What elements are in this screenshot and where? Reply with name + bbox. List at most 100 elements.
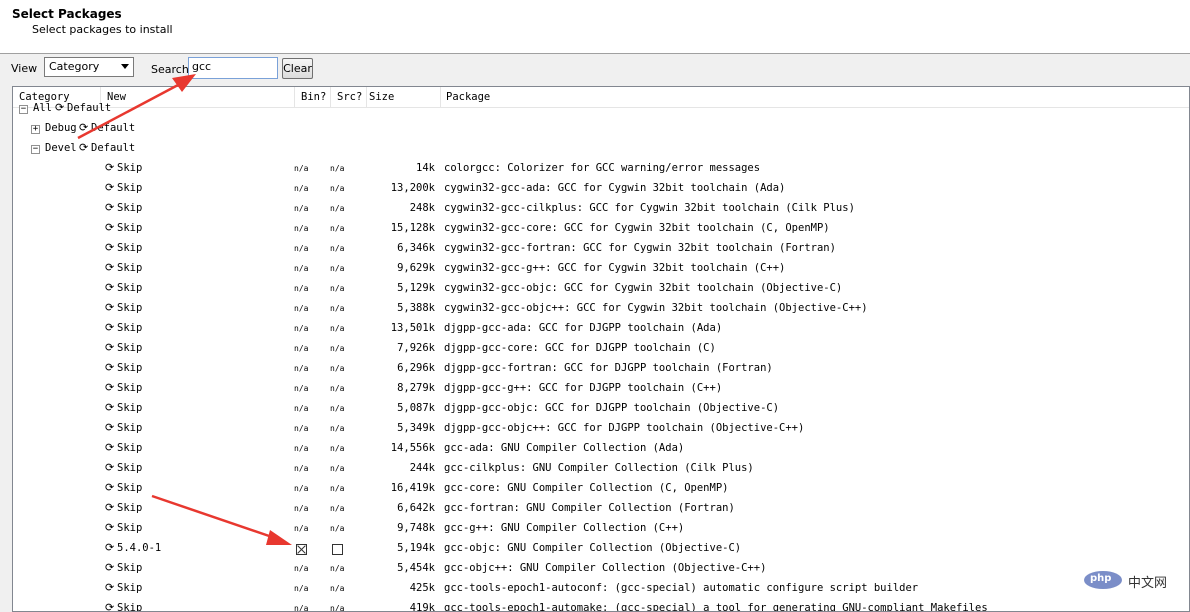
package-description: djgpp-gcc-objc++: GCC for DJGPP toolchai… xyxy=(444,422,805,434)
cycle-arrows-icon: ⟳ xyxy=(105,501,115,514)
package-action[interactable]: ⟳ Skip xyxy=(105,302,142,314)
cycle-arrows-icon: ⟳ xyxy=(105,261,115,274)
minus-box-icon[interactable]: − xyxy=(31,145,40,154)
bin-na: n/a xyxy=(294,424,309,433)
package-action[interactable]: ⟳ Skip xyxy=(105,202,142,214)
table-row[interactable]: ⟳ Skip n/a n/a 419k gcc-tools-epoch1-automake… xyxy=(13,599,1189,612)
bin-na: n/a xyxy=(294,324,309,333)
table-row[interactable]: ⟳ Skip n/a n/a 9,629k cygwin32-gcc-g++: GCC f… xyxy=(13,259,1189,279)
package-action[interactable]: ⟳ Skip xyxy=(105,522,142,534)
package-size: 14k xyxy=(416,162,435,174)
src-checkbox[interactable] xyxy=(332,544,343,555)
table-row[interactable]: ⟳ Skip n/a n/a 5,454k gcc-objc++: GNU Compile… xyxy=(13,559,1189,579)
chevron-down-icon[interactable] xyxy=(121,64,129,69)
src-na: n/a xyxy=(330,204,345,213)
table-row[interactable]: ⟳ Skip n/a n/a 8,279k djgpp-gcc-g++: GCC for … xyxy=(13,379,1189,399)
tree-action-devel[interactable]: ⟳ Default xyxy=(79,142,135,154)
table-row[interactable]: ⟳ Skip n/a n/a 16,419k gcc-core: GNU Compiler… xyxy=(13,479,1189,499)
src-na: n/a xyxy=(330,264,345,273)
cycle-arrows-icon: ⟳ xyxy=(105,161,115,174)
package-size: 5,349k xyxy=(397,422,435,434)
table-row[interactable]: ⟳ Skip n/a n/a 6,296k djgpp-gcc-fortran: GCC … xyxy=(13,359,1189,379)
tree-row-all[interactable]: − All ⟳ Default xyxy=(13,101,1189,121)
table-row[interactable]: ⟳ Skip n/a n/a 425k gcc-tools-epoch1-autoconf… xyxy=(13,579,1189,599)
bin-na: n/a xyxy=(294,564,309,573)
table-row[interactable]: ⟳ Skip n/a n/a 5,129k cygwin32-gcc-objc: GCC … xyxy=(13,279,1189,299)
bin-na: n/a xyxy=(294,204,309,213)
tree-action-all-label: Default xyxy=(67,102,112,114)
table-row[interactable]: ⟳ Skip n/a n/a 14k colorgcc: Colorizer for GC… xyxy=(13,159,1189,179)
table-row[interactable]: ⟳ Skip n/a n/a 14,556k gcc-ada: GNU Compiler … xyxy=(13,439,1189,459)
package-size: 13,200k xyxy=(390,182,435,194)
package-action[interactable]: ⟳ Skip xyxy=(105,582,142,594)
package-action[interactable]: ⟳ Skip xyxy=(105,182,142,194)
cycle-arrows-icon: ⟳ xyxy=(79,141,89,154)
package-action[interactable]: ⟳ Skip xyxy=(105,162,142,174)
table-row[interactable]: ⟳ Skip n/a n/a 6,642k gcc-fortran: GNU Compil… xyxy=(13,499,1189,519)
table-row[interactable]: ⟳ Skip n/a n/a 9,748k gcc-g++: GNU Compiler C… xyxy=(13,519,1189,539)
plus-box-icon[interactable]: + xyxy=(31,125,40,134)
package-description: cygwin32-gcc-cilkplus: GCC for Cygwin 32… xyxy=(444,202,855,214)
table-row[interactable]: ⟳ Skip n/a n/a 244k gcc-cilkplus: GNU Compile… xyxy=(13,459,1189,479)
package-action-label: Skip xyxy=(117,482,143,494)
bin-na: n/a xyxy=(294,604,309,612)
package-action[interactable]: ⟳ Skip xyxy=(105,422,142,434)
bin-na: n/a xyxy=(294,284,309,293)
bin-na: n/a xyxy=(294,184,309,193)
tree-action-all[interactable]: ⟳ Default xyxy=(55,102,111,114)
package-action[interactable]: ⟳ Skip xyxy=(105,482,142,494)
package-action[interactable]: ⟳ Skip xyxy=(105,562,142,574)
table-row[interactable]: ⟳ Skip n/a n/a 5,388k cygwin32-gcc-objc++: GC… xyxy=(13,299,1189,319)
package-action[interactable]: ⟳ Skip xyxy=(105,601,142,612)
package-action[interactable]: ⟳ Skip xyxy=(105,462,142,474)
bin-checkbox[interactable] xyxy=(296,544,307,555)
package-description: gcc-g++: GNU Compiler Collection (C++) xyxy=(444,522,685,534)
package-action[interactable]: ⟳ Skip xyxy=(105,502,142,514)
package-action[interactable]: ⟳ Skip xyxy=(105,342,142,354)
package-description: djgpp-gcc-g++: GCC for DJGPP toolchain (… xyxy=(444,382,723,394)
package-action[interactable]: ⟳ Skip xyxy=(105,282,142,294)
cycle-arrows-icon: ⟳ xyxy=(105,481,115,494)
cycle-arrows-icon: ⟳ xyxy=(105,441,115,454)
package-size: 6,346k xyxy=(397,242,435,254)
table-row[interactable]: ⟳ Skip n/a n/a 13,501k djgpp-gcc-ada: GCC for… xyxy=(13,319,1189,339)
page-subtitle: Select packages to install xyxy=(32,23,173,36)
package-action[interactable]: ⟳ Skip xyxy=(105,402,142,414)
package-action[interactable]: ⟳ Skip xyxy=(105,222,142,234)
tree-label-debug: Debug xyxy=(45,122,77,134)
table-row[interactable]: ⟳ 5.4.0-1 5,194k gcc-objc: GNU Compiler Col… xyxy=(13,539,1189,559)
package-action[interactable]: ⟳ Skip xyxy=(105,242,142,254)
cycle-arrows-icon: ⟳ xyxy=(105,401,115,414)
tree-row-devel[interactable]: − Devel ⟳ Default xyxy=(13,139,1189,159)
table-row[interactable]: ⟳ Skip n/a n/a 5,349k djgpp-gcc-objc++: GCC f… xyxy=(13,419,1189,439)
cycle-arrows-icon: ⟳ xyxy=(105,241,115,254)
search-input-value: gcc xyxy=(192,60,212,73)
table-row[interactable]: ⟳ Skip n/a n/a 13,200k cygwin32-gcc-ada: GCC … xyxy=(13,179,1189,199)
package-action[interactable]: ⟳ Skip xyxy=(105,362,142,374)
tree-row-debug[interactable]: + Debug ⟳ Default xyxy=(13,119,1189,139)
table-row[interactable]: ⟳ Skip n/a n/a 15,128k cygwin32-gcc-core: GCC… xyxy=(13,219,1189,239)
table-row[interactable]: ⟳ Skip n/a n/a 7,926k djgpp-gcc-core: GCC for… xyxy=(13,339,1189,359)
package-description: gcc-ada: GNU Compiler Collection (Ada) xyxy=(444,442,685,454)
clear-button[interactable]: Clear xyxy=(282,58,313,79)
package-action[interactable]: ⟳ 5.4.0-1 xyxy=(105,542,161,554)
package-action[interactable]: ⟳ Skip xyxy=(105,442,142,454)
search-input[interactable]: gcc xyxy=(188,57,278,79)
table-row[interactable]: ⟳ Skip n/a n/a 248k cygwin32-gcc-cilkplus: GC… xyxy=(13,199,1189,219)
package-size: 425k xyxy=(409,582,435,594)
cycle-arrows-icon: ⟳ xyxy=(105,601,115,612)
table-row[interactable]: ⟳ Skip n/a n/a 5,087k djgpp-gcc-objc: GCC for… xyxy=(13,399,1189,419)
cycle-arrows-icon: ⟳ xyxy=(105,581,115,594)
package-list[interactable]: Category New Bin? Src? Size Package − Al… xyxy=(12,86,1190,612)
view-dropdown[interactable]: Category xyxy=(44,57,134,77)
table-row[interactable]: ⟳ Skip n/a n/a 6,346k cygwin32-gcc-fortran: G… xyxy=(13,239,1189,259)
bin-na: n/a xyxy=(294,504,309,513)
package-action[interactable]: ⟳ Skip xyxy=(105,322,142,334)
package-description: cygwin32-gcc-fortran: GCC for Cygwin 32b… xyxy=(444,242,836,254)
package-action[interactable]: ⟳ Skip xyxy=(105,382,142,394)
package-action[interactable]: ⟳ Skip xyxy=(105,262,142,274)
tree-action-debug[interactable]: ⟳ Default xyxy=(79,122,135,134)
bin-na: n/a xyxy=(294,384,309,393)
package-action-label: Skip xyxy=(117,562,143,574)
minus-box-icon[interactable]: − xyxy=(19,105,28,114)
